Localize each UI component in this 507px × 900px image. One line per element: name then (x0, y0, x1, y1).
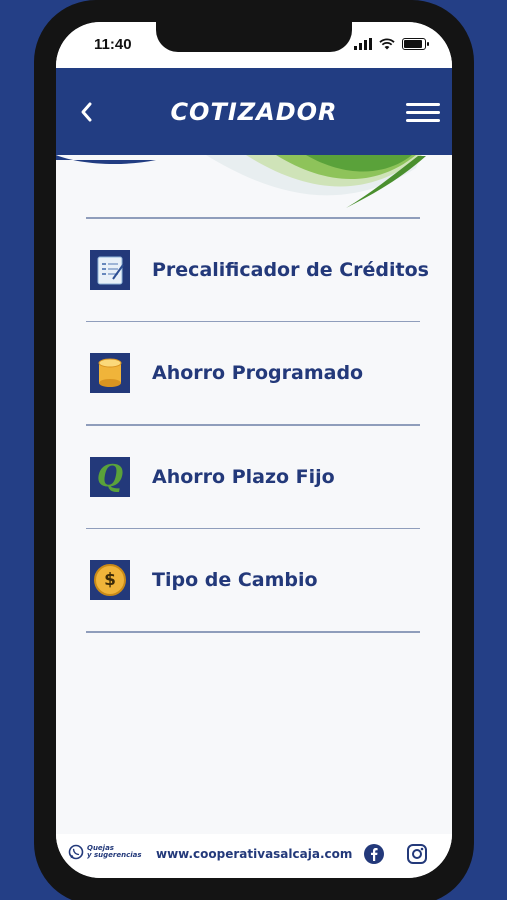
quejas-text: Quejas y sugerencias (87, 845, 142, 859)
whatsapp-icon (68, 844, 84, 860)
website-link[interactable]: www.cooperativasalcaja.com (156, 847, 352, 861)
letter-q-icon: Q (90, 456, 130, 497)
status-icons (354, 38, 429, 50)
menu-item-precalificador[interactable]: Precalificador de Créditos (86, 219, 429, 321)
instagram-icon (407, 844, 427, 864)
facebook-icon (364, 844, 384, 864)
header-background (56, 68, 452, 208)
clipboard-checklist-icon (90, 249, 130, 290)
quejas-link[interactable]: Quejas y sugerencias (68, 844, 142, 860)
dollar-glyph: $ (104, 570, 116, 590)
menu-bar (406, 118, 440, 122)
facebook-button[interactable] (363, 843, 385, 869)
menu-item-label: Tipo de Cambio (152, 569, 318, 591)
menu-item-tipo-de-cambio[interactable]: $ Tipo de Cambio (86, 529, 420, 631)
menu-item-ahorro-plazo-fijo[interactable]: Q Ahorro Plazo Fijo (86, 426, 420, 528)
app-header: COTIZADOR (56, 68, 452, 218)
app-screen: 11:40 COTIZADOR Precalificador de Crédit… (56, 22, 452, 878)
divider (86, 631, 420, 633)
signal-icon (354, 38, 372, 50)
menu-item-ahorro-programado[interactable]: Ahorro Programado (86, 322, 420, 424)
menu-bar (406, 110, 440, 114)
menu-item-label: Ahorro Programado (152, 362, 364, 384)
hamburger-menu-button[interactable] (406, 94, 440, 130)
app-footer: Quejas y sugerencias www.cooperativasalc… (56, 834, 452, 878)
menu-item-label: Precalificador de Créditos (152, 258, 429, 281)
menu-item-label: Ahorro Plazo Fijo (152, 465, 335, 488)
page-title: COTIZADOR (170, 98, 338, 126)
menu-bar (406, 102, 440, 106)
dollar-coin-icon: $ (90, 560, 130, 600)
quejas-line2: y sugerencias (87, 851, 142, 859)
wifi-icon (379, 38, 395, 50)
coin-stack-icon (90, 353, 130, 393)
quote-menu: Precalificador de Créditos Ahorro Progra… (86, 217, 429, 633)
phone-frame: 11:40 COTIZADOR Precalificador de Crédit… (34, 0, 474, 900)
battery-icon (402, 38, 429, 50)
q-glyph: Q (96, 458, 124, 494)
status-time: 11:40 (94, 36, 132, 53)
phone-notch (156, 22, 352, 52)
instagram-button[interactable] (406, 843, 428, 869)
